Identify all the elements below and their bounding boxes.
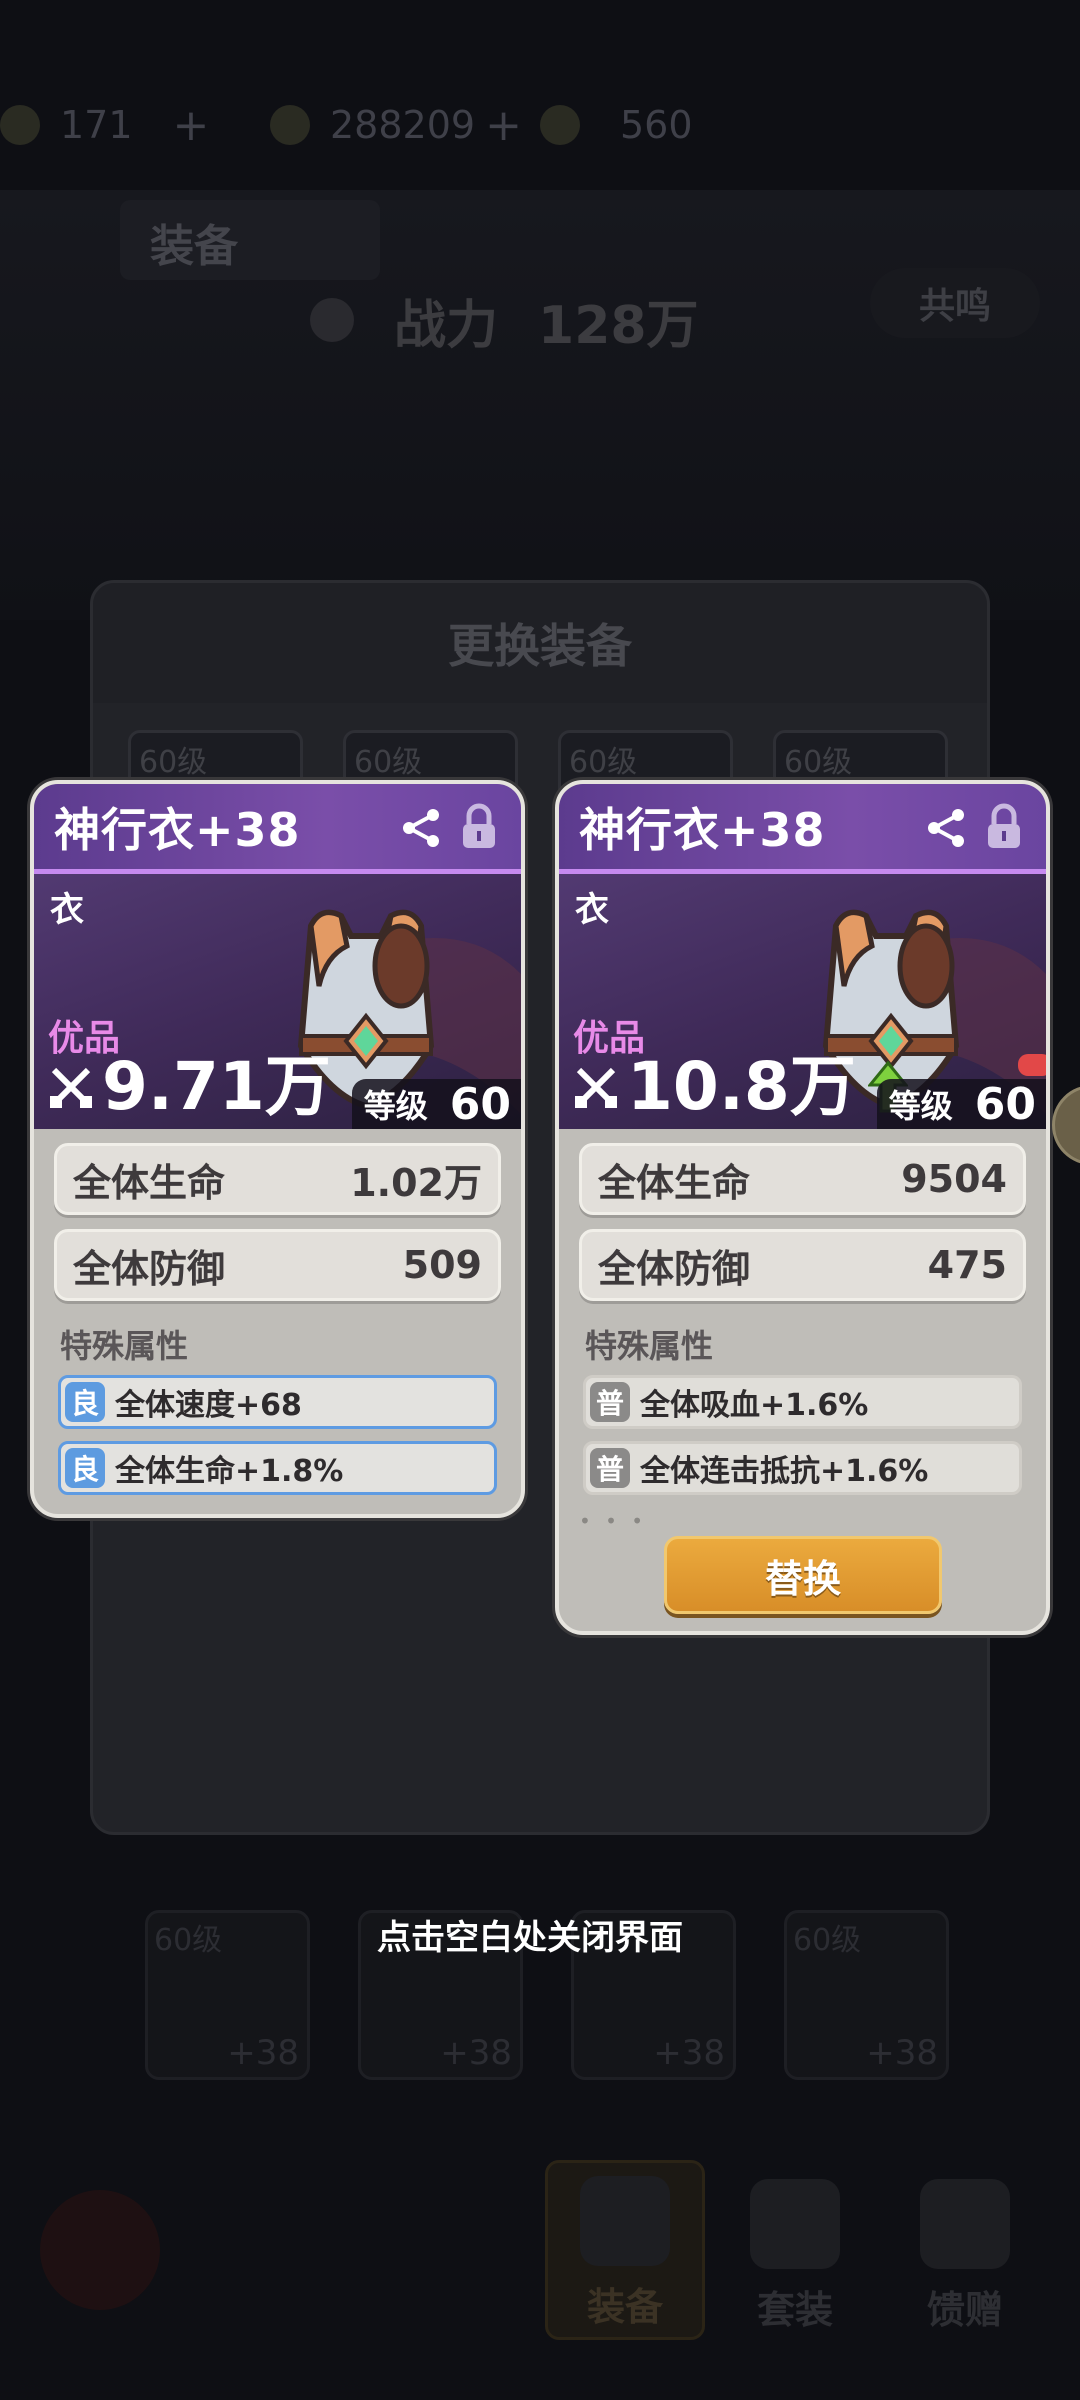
- currency-bar: 171 + 288209 + 560: [0, 70, 1080, 180]
- slot-enhance: +38: [653, 2033, 725, 2073]
- gold-counter: 288209 +: [270, 100, 522, 151]
- share-icon[interactable]: [924, 806, 968, 850]
- stat-row: 全体生命 1.02万: [54, 1143, 501, 1215]
- card-header: 神行衣+38: [559, 784, 1046, 874]
- level-value: 60: [449, 1078, 511, 1130]
- slot-enhance: +38: [866, 2033, 938, 2073]
- stamina-value: 171: [60, 103, 133, 147]
- notification-badge: [1018, 1054, 1046, 1076]
- replace-button-label: 替换: [764, 1556, 841, 1601]
- attribute-grade-badge: 普: [590, 1382, 630, 1422]
- attribute-text: 全体吸血+1.6%: [640, 1388, 869, 1423]
- stat-name: 全体生命: [73, 1160, 226, 1205]
- power-label: 战力: [394, 295, 499, 356]
- attribute-text: 全体连击抵抗+1.6%: [640, 1454, 929, 1489]
- attribute-grade-badge: 普: [590, 1448, 630, 1488]
- stamina-icon: [0, 105, 40, 145]
- power-value: 9.71万: [102, 1048, 331, 1125]
- item-name: 神行衣+38: [579, 802, 826, 857]
- gem-value: 560: [620, 103, 693, 147]
- stat-name: 全体生命: [598, 1160, 751, 1205]
- more-attributes-indicator: • • •: [579, 1509, 648, 1533]
- level-value: 60: [974, 1078, 1036, 1130]
- equip-icon: [580, 2176, 670, 2266]
- item-name: 神行衣+38: [54, 802, 301, 857]
- special-attribute: 普 全体连击抵抗+1.6%: [583, 1441, 1022, 1495]
- info-icon[interactable]: [310, 298, 354, 342]
- gold-value: 288209: [330, 103, 476, 147]
- stamina-add-button[interactable]: +: [173, 100, 210, 151]
- stat-name: 全体防御: [73, 1246, 226, 1291]
- power-value: 10.8万: [627, 1048, 856, 1125]
- resonance-label: 共鸣: [918, 286, 991, 327]
- item-hero: 衣 优品 9.71万 等级 60: [34, 874, 521, 1130]
- stamina-counter: 171 +: [0, 100, 209, 151]
- equipped-item-card: 神行衣+38 衣 优品 9.71万 等级 60 全体生命 1.02万 全体防御 …: [30, 780, 525, 1518]
- level-label: 等级: [888, 1087, 953, 1125]
- item-power: 10.8万: [573, 1054, 908, 1120]
- gem-icon: [540, 105, 580, 145]
- crossed-swords-icon: [50, 1067, 92, 1108]
- special-attributes-title: 特殊属性: [60, 1327, 189, 1365]
- panel-title: 更换装备: [93, 583, 987, 703]
- nav-gift[interactable]: 馈赠: [885, 2160, 1045, 2340]
- slot-enhance: +38: [440, 2033, 512, 2073]
- back-arrow-icon[interactable]: [40, 2190, 160, 2310]
- item-level: 等级 60: [876, 1078, 1046, 1130]
- stat-name: 全体防御: [598, 1246, 751, 1291]
- nav-equip[interactable]: 装备: [545, 2160, 705, 2340]
- item-level: 等级 60: [351, 1078, 521, 1130]
- item-hero: 衣 优品 10.8万 等级 60: [559, 874, 1046, 1130]
- lock-icon[interactable]: [984, 802, 1024, 852]
- attribute-grade-badge: 良: [65, 1448, 105, 1488]
- slot-enhance: +38: [227, 2033, 299, 2073]
- equip-tab-title: 装备: [120, 200, 380, 280]
- nav-gift-label: 馈赠: [926, 2288, 1003, 2332]
- stat-value: 475: [927, 1243, 1007, 1287]
- stat-row: 全体生命 9504: [579, 1143, 1026, 1215]
- slot-type: 衣: [50, 890, 84, 930]
- slot-type: 衣: [575, 890, 609, 930]
- replace-button[interactable]: 替换: [664, 1536, 942, 1614]
- special-attribute: 普 全体吸血+1.6%: [583, 1375, 1022, 1429]
- stat-value: 1.02万: [350, 1160, 482, 1205]
- stat-value: 9504: [901, 1157, 1007, 1201]
- card-header: 神行衣+38: [34, 784, 521, 874]
- attribute-text: 全体速度+68: [115, 1388, 302, 1423]
- close-hint-text[interactable]: 点击空白处关闭界面: [0, 1910, 1060, 1959]
- gold-coin-icon: [270, 105, 310, 145]
- special-attribute: 良 全体生命+1.8%: [58, 1441, 497, 1495]
- nav-equip-label: 装备: [586, 2285, 663, 2329]
- resonance-button[interactable]: 共鸣: [870, 268, 1040, 338]
- special-attribute: 良 全体速度+68: [58, 1375, 497, 1429]
- item-power: 9.71万: [48, 1054, 331, 1120]
- gem-counter: 560: [540, 103, 693, 147]
- power-value: 128万: [538, 295, 699, 356]
- gift-icon: [920, 2179, 1010, 2269]
- next-item-arrow-icon[interactable]: [1052, 1085, 1080, 1165]
- level-label: 等级: [363, 1087, 428, 1125]
- lock-icon[interactable]: [459, 802, 499, 852]
- stat-value: 509: [402, 1243, 482, 1287]
- attribute-text: 全体生命+1.8%: [115, 1454, 344, 1489]
- power-display: 战力 128万: [310, 280, 710, 360]
- set-upgrade-icon: [750, 2179, 840, 2269]
- crossed-swords-icon: [575, 1067, 617, 1108]
- stat-row: 全体防御 475: [579, 1229, 1026, 1301]
- gold-add-button[interactable]: +: [485, 100, 522, 151]
- nav-set[interactable]: 套装: [715, 2160, 875, 2340]
- special-attributes-title: 特殊属性: [585, 1327, 714, 1365]
- candidate-item-card: 神行衣+38 衣 优品 10.8万 等级 60 全体生命 9504 全体防御 4…: [555, 780, 1050, 1635]
- attribute-grade-badge: 良: [65, 1382, 105, 1422]
- nav-set-label: 套装: [756, 2288, 833, 2332]
- stat-row: 全体防御 509: [54, 1229, 501, 1301]
- share-icon[interactable]: [399, 806, 443, 850]
